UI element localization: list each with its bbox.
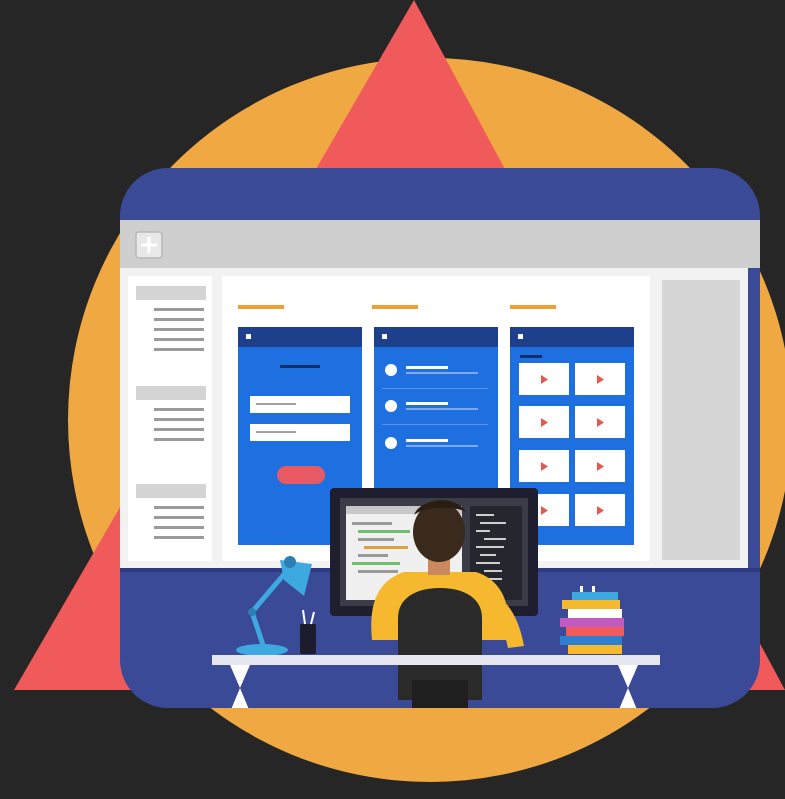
office-chair — [398, 588, 482, 708]
video-tile[interactable] — [575, 363, 625, 395]
sidebar — [128, 276, 212, 561]
video-tile[interactable] — [519, 406, 569, 438]
video-tile[interactable] — [519, 363, 569, 395]
video-tile[interactable] — [575, 406, 625, 438]
video-tile[interactable] — [519, 450, 569, 482]
right-panel — [662, 280, 740, 560]
browser-title-bar — [120, 220, 760, 268]
illustration — [0, 0, 785, 799]
video-tile[interactable] — [575, 494, 625, 526]
video-tile[interactable] — [575, 450, 625, 482]
sidebar-group-header[interactable] — [136, 386, 206, 400]
sidebar-group-header[interactable] — [136, 484, 206, 498]
submit-button[interactable] — [277, 466, 325, 484]
section-label — [372, 305, 418, 309]
web-developer-illustration — [0, 0, 785, 799]
desk-top — [212, 655, 660, 665]
plus-icon[interactable] — [135, 231, 163, 259]
section-label — [510, 305, 556, 309]
sidebar-group-header[interactable] — [136, 286, 206, 300]
section-label — [238, 305, 284, 309]
